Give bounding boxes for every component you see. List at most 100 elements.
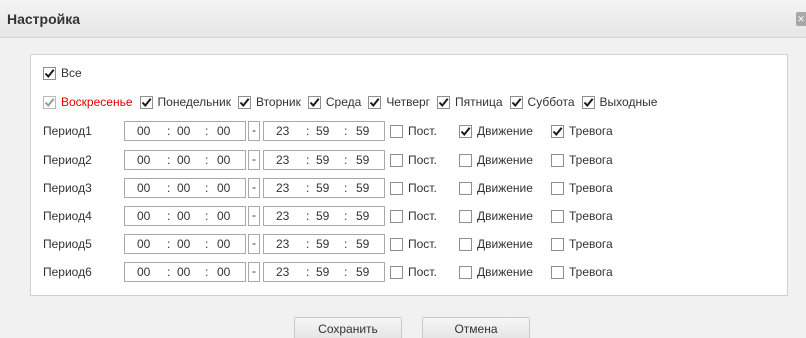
period-label: Период6 [43, 265, 92, 279]
time-field[interactable]: 00 [137, 237, 150, 251]
time-field[interactable]: 00 [137, 124, 150, 138]
period-start-time[interactable]: 00:00:00 [124, 262, 246, 282]
time-field[interactable]: 59 [356, 237, 369, 251]
time-field[interactable]: 00 [177, 181, 190, 195]
period-start-time[interactable]: 00:00:00 [124, 206, 246, 226]
day-checkbox[interactable] [139, 95, 153, 109]
alarm-checkbox[interactable] [551, 181, 564, 195]
alarm-checkbox[interactable] [551, 237, 564, 251]
time-field[interactable]: 00 [217, 153, 230, 167]
range-separator: - [248, 206, 260, 226]
cancel-button[interactable]: Отмена [422, 317, 530, 338]
motion-checkbox[interactable] [459, 209, 472, 223]
time-field[interactable]: 00 [217, 209, 230, 223]
time-field[interactable]: 59 [316, 181, 329, 195]
time-field[interactable]: 00 [217, 124, 230, 138]
period-end-time[interactable]: 23:59:59 [263, 262, 385, 282]
post-checkbox[interactable] [390, 124, 403, 138]
time-separator: : [306, 153, 310, 167]
time-field[interactable]: 00 [137, 209, 150, 223]
time-field[interactable]: 23 [276, 153, 289, 167]
time-separator: : [306, 237, 310, 251]
post-checkbox[interactable] [390, 265, 403, 279]
time-separator: : [306, 265, 310, 279]
time-field[interactable]: 59 [316, 209, 329, 223]
time-field[interactable]: 59 [316, 237, 329, 251]
post-checkbox[interactable] [390, 153, 403, 167]
all-checkbox-label: Все [61, 66, 82, 80]
day-label: Воскресенье [61, 95, 133, 109]
time-separator: : [167, 237, 171, 251]
period-start-time[interactable]: 00:00:00 [124, 234, 246, 254]
period-end-time[interactable]: 23:59:59 [263, 178, 385, 198]
time-separator: : [306, 124, 310, 138]
time-field[interactable]: 23 [276, 124, 289, 138]
post-label: Пост. [408, 265, 437, 279]
post-label: Пост. [408, 237, 437, 251]
period-start-time[interactable]: 00:00:00 [124, 178, 246, 198]
time-field[interactable]: 00 [177, 153, 190, 167]
time-field[interactable]: 23 [276, 265, 289, 279]
time-field[interactable]: 23 [276, 209, 289, 223]
alarm-checkbox[interactable] [551, 209, 564, 223]
post-checkbox[interactable] [390, 181, 403, 195]
time-field[interactable]: 00 [217, 265, 230, 279]
time-field[interactable]: 59 [356, 181, 369, 195]
motion-checkbox[interactable] [459, 237, 472, 251]
time-field[interactable]: 59 [316, 124, 329, 138]
period-label: Период5 [43, 237, 92, 251]
time-field[interactable]: 59 [356, 265, 369, 279]
range-separator: - [248, 121, 260, 141]
day-checkbox[interactable] [509, 95, 523, 109]
time-field[interactable]: 00 [217, 237, 230, 251]
day-checkbox[interactable] [437, 95, 451, 109]
motion-option: Движение [459, 181, 533, 195]
motion-checkbox[interactable] [459, 153, 472, 167]
time-field[interactable]: 00 [177, 209, 190, 223]
motion-checkbox[interactable] [459, 265, 472, 279]
day-label: Суббота [527, 95, 575, 109]
time-field[interactable]: 00 [137, 153, 150, 167]
alarm-checkbox[interactable] [551, 124, 564, 138]
period-end-time[interactable]: 23:59:59 [263, 234, 385, 254]
motion-checkbox[interactable] [459, 181, 472, 195]
save-button[interactable]: Сохранить [294, 317, 402, 338]
day-checkbox[interactable] [237, 95, 251, 109]
period-start-time[interactable]: 00:00:00 [124, 121, 246, 141]
alarm-checkbox[interactable] [551, 153, 564, 167]
day-checkbox[interactable] [307, 95, 321, 109]
time-field[interactable]: 00 [177, 124, 190, 138]
post-option: Пост. [390, 153, 437, 167]
dialog-titlebar: Настройка ✕ [0, 0, 806, 38]
post-label: Пост. [408, 209, 437, 223]
motion-checkbox[interactable] [459, 124, 472, 138]
post-label: Пост. [408, 124, 437, 138]
time-field[interactable]: 59 [316, 265, 329, 279]
time-field[interactable]: 00 [177, 265, 190, 279]
motion-label: Движение [477, 265, 533, 279]
post-checkbox[interactable] [390, 237, 403, 251]
time-field[interactable]: 59 [356, 209, 369, 223]
period-end-time[interactable]: 23:59:59 [263, 121, 385, 141]
time-separator: : [205, 237, 209, 251]
day-checkbox[interactable] [581, 95, 595, 109]
time-field[interactable]: 59 [316, 153, 329, 167]
time-field[interactable]: 00 [137, 181, 150, 195]
time-field[interactable]: 23 [276, 181, 289, 195]
time-field[interactable]: 00 [177, 237, 190, 251]
all-checkbox[interactable] [43, 66, 56, 80]
period-end-time[interactable]: 23:59:59 [263, 150, 385, 170]
time-field[interactable]: 59 [356, 153, 369, 167]
day-option: Четверг [368, 95, 430, 109]
close-icon[interactable]: ✕ [796, 12, 806, 26]
post-checkbox[interactable] [390, 209, 403, 223]
time-field[interactable]: 23 [276, 237, 289, 251]
day-label: Четверг [386, 95, 431, 109]
period-start-time[interactable]: 00:00:00 [124, 150, 246, 170]
time-field[interactable]: 00 [217, 181, 230, 195]
period-end-time[interactable]: 23:59:59 [263, 206, 385, 226]
day-checkbox[interactable] [368, 95, 382, 109]
alarm-checkbox[interactable] [551, 265, 564, 279]
time-field[interactable]: 00 [137, 265, 150, 279]
time-field[interactable]: 59 [356, 124, 369, 138]
